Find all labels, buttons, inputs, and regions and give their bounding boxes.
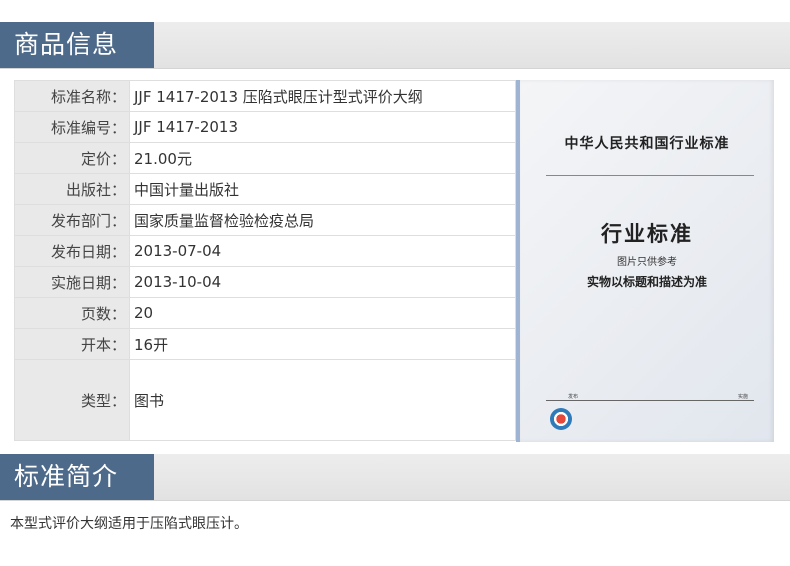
row-label: 标准名称： [14, 80, 130, 112]
standard-intro-text: 本型式评价大纲适用于压陷式眼压计。 [10, 516, 248, 532]
table-row: 发布日期： 2013-07-04 [14, 235, 516, 267]
cover-bottom-divider [546, 400, 754, 401]
row-label: 类型： [14, 359, 130, 441]
product-info-title: 商品信息 [0, 22, 154, 68]
product-info-table: 标准名称： JJF 1417-2013 压陷式眼压计型式评价大纲 标准编号： J… [14, 80, 516, 441]
table-row: 类型： 图书 [14, 359, 516, 441]
row-value: 国家质量监督检验检疫总局 [129, 204, 516, 236]
table-row: 发布部门： 国家质量监督检验检疫总局 [14, 204, 516, 236]
row-value: 2013-07-04 [129, 235, 516, 267]
row-value: 16开 [129, 328, 516, 360]
table-row: 页数： 20 [14, 297, 516, 329]
row-value: 20 [129, 297, 516, 329]
table-row: 定价： 21.00元 [14, 142, 516, 174]
table-row: 出版社： 中国计量出版社 [14, 173, 516, 205]
cover-publish-label: 发布 [568, 394, 579, 400]
table-row: 标准名称： JJF 1417-2013 压陷式眼压计型式评价大纲 [14, 80, 516, 112]
row-label: 实施日期： [14, 266, 130, 298]
standard-intro-title: 标准简介 [0, 454, 154, 500]
cover-header: 中华人民共和国行业标准 [564, 136, 730, 152]
row-value: 21.00元 [129, 142, 516, 174]
cover-divider [546, 175, 754, 176]
cover-description-note: 实物以标题和描述为准 [586, 275, 707, 289]
row-value: JJF 1417-2013 压陷式眼压计型式评价大纲 [129, 80, 516, 112]
standard-intro-header: 标准简介 [0, 454, 790, 501]
row-value: 中国计量出版社 [129, 173, 516, 205]
table-row: 标准编号： JJF 1417-2013 [14, 111, 516, 143]
row-value: 图书 [129, 359, 516, 441]
row-value: 2013-10-04 [129, 266, 516, 298]
row-label: 出版社： [14, 173, 130, 205]
row-label: 发布日期： [14, 235, 130, 267]
cover-implement-label: 实施 [737, 394, 748, 400]
cover-reference-note: 图片只供参考 [617, 257, 677, 268]
row-label: 标准编号： [14, 111, 130, 143]
row-label: 开本： [14, 328, 130, 360]
publisher-logo-icon [550, 408, 572, 430]
row-value: JJF 1417-2013 [129, 111, 516, 143]
product-info-header: 商品信息 [0, 22, 790, 69]
row-label: 发布部门： [14, 204, 130, 236]
row-label: 定价： [14, 142, 130, 174]
table-row: 实施日期： 2013-10-04 [14, 266, 516, 298]
row-label: 页数： [14, 297, 130, 329]
cover-main-title: 行业标准 [601, 222, 693, 246]
table-row: 开本： 16开 [14, 328, 516, 360]
book-cover-image: 中华人民共和国行业标准 行业标准 图片只供参考 实物以标题和描述为准 发布 实施 [516, 80, 774, 442]
